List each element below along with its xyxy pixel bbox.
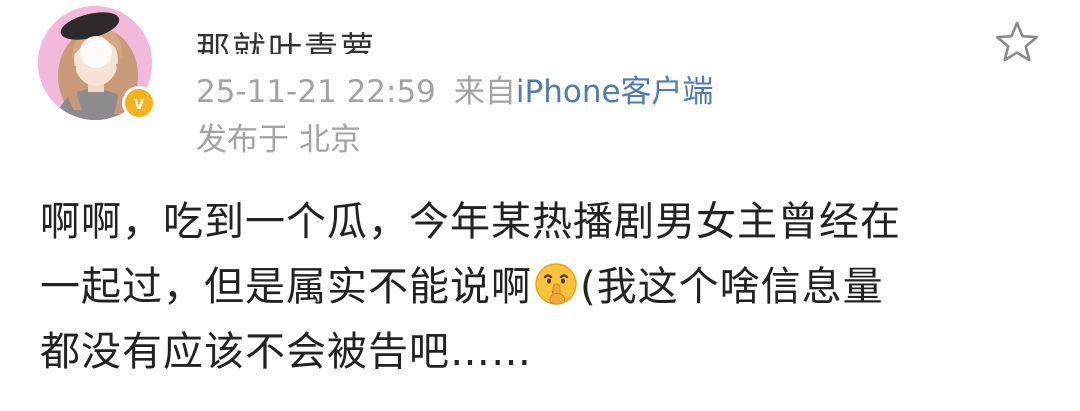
shushing-face-emoji-icon bbox=[535, 263, 577, 305]
post-content-line-2-start: 一起过，但是属实不能说啊 bbox=[40, 264, 532, 310]
post-location: 发布于 北京 bbox=[196, 122, 361, 158]
author-avatar-container[interactable]: v bbox=[38, 6, 160, 128]
post-content: 啊啊，吃到一个瓜，今年某热播剧男女主曾经在 一起过，但是属实不能说啊 (我这个啥… bbox=[40, 190, 1040, 385]
post-content-line-2-end: (我这个啥信息量 bbox=[580, 264, 884, 310]
post-source-prefix: 来自 bbox=[453, 74, 516, 110]
post-content-line-3: 都没有应该不会被告吧…… bbox=[40, 329, 532, 375]
post-content-line-2: 一起过，但是属实不能说啊 (我这个啥信息量 bbox=[40, 255, 1040, 320]
weibo-post-card: v 那就叶青萝 25-11-21 22:59 来自iPhone客户端 发布于 北京… bbox=[0, 0, 1080, 411]
verified-badge: v bbox=[122, 86, 156, 120]
post-source-device[interactable]: iPhone客户端 bbox=[516, 74, 714, 110]
post-content-line-1: 啊啊，吃到一个瓜，今年某热播剧男女主曾经在 bbox=[40, 199, 901, 245]
author-name-text[interactable]: 那就叶青萝 bbox=[196, 30, 416, 54]
post-meta: 25-11-21 22:59 来自iPhone客户端 bbox=[196, 70, 714, 114]
post-timestamp[interactable]: 25-11-21 22:59 bbox=[196, 74, 436, 110]
star-icon bbox=[996, 21, 1038, 62]
verified-icon: v bbox=[125, 89, 153, 117]
favorite-button[interactable] bbox=[994, 20, 1040, 64]
author-name[interactable]: 那就叶青萝 bbox=[196, 14, 416, 54]
